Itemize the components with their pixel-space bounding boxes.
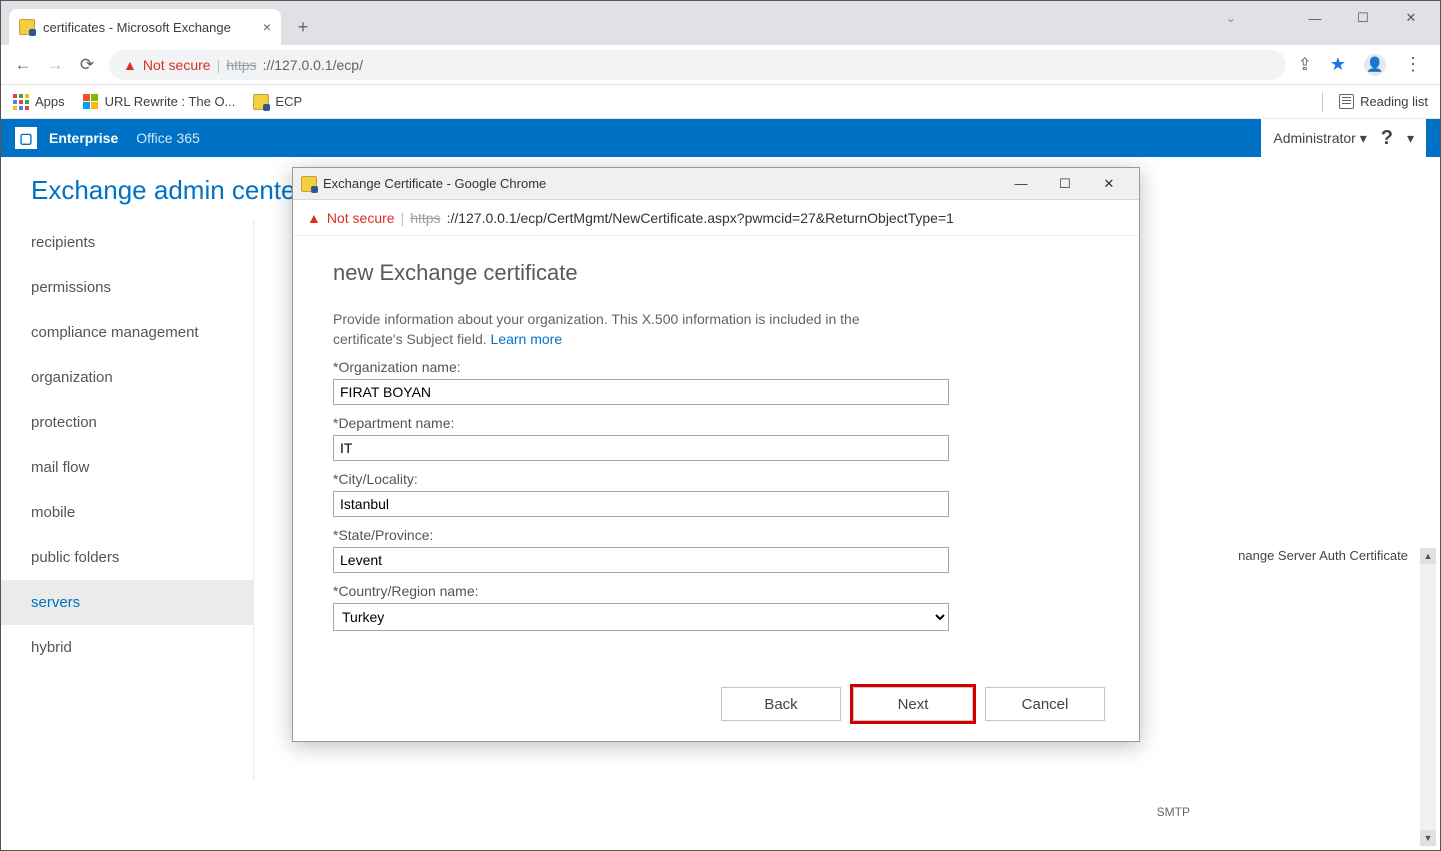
bookmark-star-icon[interactable]: ★ [1330,54,1346,75]
sidebar-item-public-folders[interactable]: public folders [1,535,253,580]
state-input[interactable] [333,547,949,573]
back-button[interactable]: Back [721,687,841,721]
windows-flag-icon [83,94,99,110]
cancel-button[interactable]: Cancel [985,687,1105,721]
popup-body: new Exchange certificate Provide informa… [293,236,1139,655]
apps-grid-icon [13,94,29,110]
org-label: *Organization name: [333,359,1099,375]
back-button[interactable]: ← [13,55,33,75]
department-name-input[interactable] [333,435,949,461]
admin-menu[interactable]: Administrator ▾ [1273,130,1366,147]
popup-title-text: Exchange Certificate - Google Chrome [323,176,546,191]
separator: | [401,210,405,226]
popup-address-bar: ▲ Not secure | https ://127.0.0.1/ecp/Cer… [293,200,1139,236]
popup-favicon-icon [301,176,317,192]
profile-avatar[interactable]: 👤 [1364,54,1386,76]
tab-title: certificates - Microsoft Exchange [43,20,231,35]
forward-button[interactable]: → [45,55,65,75]
sidebar-item-hybrid[interactable]: hybrid [1,625,253,670]
sidebar-item-mobile[interactable]: mobile [1,490,253,535]
reading-list-button[interactable]: Reading list [1360,94,1428,109]
bookmark-label: ECP [275,94,302,109]
sidebar-item-recipients[interactable]: recipients [1,220,253,265]
share-icon[interactable]: ⇪ [1298,55,1312,75]
detail-scrollbar[interactable]: ▲ ▼ [1420,548,1436,846]
popup-minimize-button[interactable]: — [999,169,1043,199]
popup-titlebar: Exchange Certificate - Google Chrome — ☐… [293,168,1139,200]
eac-sidebar: recipientspermissionscompliance manageme… [1,220,254,780]
popup-maximize-button[interactable]: ☐ [1043,169,1087,199]
browser-menu-icon[interactable]: ⋮ [1404,54,1422,75]
window-minimize-button[interactable]: — [1292,3,1338,33]
separator: | [217,57,221,73]
smtp-label: SMTP [1157,805,1190,819]
sidebar-item-protection[interactable]: protection [1,400,253,445]
sidebar-item-organization[interactable]: organization [1,355,253,400]
sidebar-item-mail-flow[interactable]: mail flow [1,445,253,490]
country-label: *Country/Region name: [333,583,1099,599]
office-logo-icon[interactable]: ▢ [15,127,37,149]
browser-tab[interactable]: certificates - Microsoft Exchange × [9,9,281,45]
url-rest: ://127.0.0.1/ecp/ [263,57,363,73]
help-caret-icon[interactable]: ▾ [1407,130,1414,147]
suite-right: Administrator ▾ ? ▾ [1261,119,1426,157]
certificate-wizard-popup: Exchange Certificate - Google Chrome — ☐… [292,167,1140,742]
url-box[interactable]: ▲ Not secure | https ://127.0.0.1/ecp/ [109,50,1286,80]
popup-footer: Back Next Cancel [721,687,1105,721]
popup-description: Provide information about your organizat… [333,310,893,349]
scroll-down-icon[interactable]: ▼ [1420,830,1436,846]
scroll-up-icon[interactable]: ▲ [1420,548,1436,564]
warning-triangle-icon: ▲ [307,210,321,226]
help-icon[interactable]: ? [1381,127,1393,150]
window-maximize-button[interactable]: ☐ [1340,3,1386,33]
popup-close-button[interactable]: ✕ [1087,169,1131,199]
office365-link[interactable]: Office 365 [126,130,210,146]
state-label: *State/Province: [333,527,1099,543]
divider [1322,92,1323,112]
bookmark-label: URL Rewrite : The O... [105,94,236,109]
sidebar-item-compliance-management[interactable]: compliance management [1,310,253,355]
country-select[interactable]: Turkey [333,603,949,631]
org-name-input[interactable] [333,379,949,405]
next-button[interactable]: Next [853,687,973,721]
popup-heading: new Exchange certificate [333,260,1099,286]
url-scheme: https [226,57,256,73]
dept-label: *Department name: [333,415,1099,431]
warning-triangle-icon: ▲ [123,57,137,73]
apps-button[interactable]: Apps [13,94,65,110]
window-caret-icon: ⌄ [1226,11,1236,25]
browser-tabstrip: certificates - Microsoft Exchange × + [1,1,1440,45]
city-input[interactable] [333,491,949,517]
new-tab-button[interactable]: + [289,13,317,41]
bookmark-url-rewrite[interactable]: URL Rewrite : The O... [83,94,236,110]
browser-address-bar: ← → ⟳ ▲ Not secure | https ://127.0.0.1/e… [1,45,1440,85]
popup-url-rest: ://127.0.0.1/ecp/CertMgmt/NewCertificate… [447,210,954,226]
sidebar-item-servers[interactable]: servers [1,580,253,625]
apps-label: Apps [35,94,65,109]
ecp-favicon-icon [253,94,269,110]
city-label: *City/Locality: [333,471,1099,487]
learn-more-link[interactable]: Learn more [491,331,563,347]
reading-list-icon [1339,94,1354,109]
bookmarks-bar: Apps URL Rewrite : The O... ECP Reading … [1,85,1440,119]
suite-bar: ▢ Enterprise Office 365 Administrator ▾ … [1,119,1440,157]
popup-url-scheme: https [410,210,440,226]
sidebar-item-permissions[interactable]: permissions [1,265,253,310]
window-close-button[interactable]: ✕ [1388,3,1434,33]
tab-close-button[interactable]: × [263,19,271,35]
popup-not-secure: Not secure [327,210,395,226]
window-controls: — ☐ ✕ [1292,1,1440,35]
enterprise-link[interactable]: Enterprise [49,130,126,146]
certificate-info-fragment: nange Server Auth Certificate [1238,548,1408,563]
bookmark-ecp[interactable]: ECP [253,94,302,110]
not-secure-label: Not secure [143,57,211,73]
favicon-icon [19,19,35,35]
reload-button[interactable]: ⟳ [77,55,97,75]
